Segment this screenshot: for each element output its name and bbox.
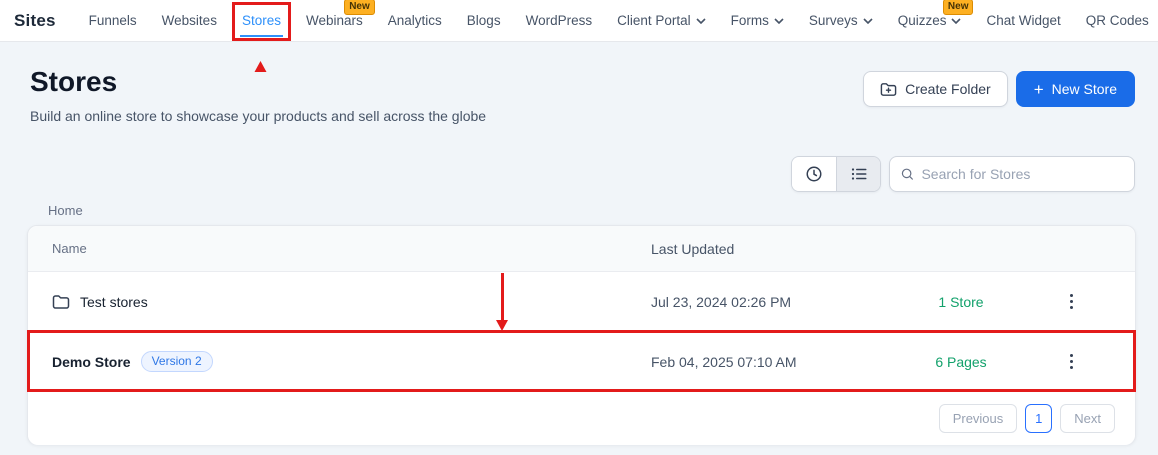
- view-toggle: [791, 156, 881, 192]
- new-store-button[interactable]: + New Store: [1015, 71, 1135, 107]
- chevron-down-icon: [951, 18, 962, 24]
- annotation-arrow-up: [254, 46, 268, 93]
- active-tab-underline: [239, 35, 283, 37]
- chevron-down-icon: [696, 18, 706, 24]
- page-title: Stores: [30, 66, 118, 97]
- table-row-test-stores[interactable]: Test stores Jul 23, 2024 02:26 PM 1 Stor…: [28, 272, 1135, 332]
- next-page-button[interactable]: Next: [1060, 404, 1115, 433]
- breadcrumb[interactable]: Home: [48, 203, 83, 218]
- page-subtitle: Build an online store to showcase your p…: [30, 108, 487, 124]
- nav-item-forms[interactable]: Forms: [731, 13, 784, 28]
- nav-item-websites[interactable]: Websites: [162, 13, 217, 28]
- version-badge: Version 2: [140, 351, 213, 372]
- kebab-menu-icon[interactable]: [1066, 350, 1077, 373]
- nav-item-webinars[interactable]: Webinars New: [306, 0, 375, 28]
- search-input[interactable]: [921, 166, 1124, 182]
- nav-item-funnels[interactable]: Funnels: [89, 13, 137, 28]
- nav-item-wordpress[interactable]: WordPress: [526, 13, 593, 28]
- column-header-last-updated: Last Updated: [651, 240, 735, 257]
- column-header-name: Name: [52, 241, 87, 256]
- nav-item-quizzes[interactable]: Quizzes New: [898, 0, 974, 28]
- table-row-demo-store[interactable]: Demo Store Version 2 Feb 04, 2025 07:10 …: [27, 330, 1136, 392]
- chevron-down-icon: [774, 18, 784, 24]
- search-box: [889, 156, 1135, 192]
- row-last-updated: Feb 04, 2025 07:10 AM: [651, 353, 797, 370]
- search-icon: [901, 168, 913, 180]
- list-view-button[interactable]: [836, 157, 880, 191]
- nav-item-surveys[interactable]: Surveys: [809, 13, 873, 28]
- chevron-down-icon: [863, 18, 873, 24]
- brand-title: Sites: [14, 10, 56, 30]
- nav-item-blogs[interactable]: Blogs: [467, 13, 501, 28]
- nav-item-qr-codes[interactable]: QR Codes: [1086, 13, 1149, 28]
- recent-view-button[interactable]: [792, 157, 836, 191]
- nav-item-client-portal[interactable]: Client Portal: [617, 13, 706, 28]
- row-last-updated: Jul 23, 2024 02:26 PM: [651, 293, 792, 310]
- nav-item-stores[interactable]: Stores: [231, 2, 291, 72]
- nav-item-chat-widget[interactable]: Chat Widget: [986, 13, 1060, 28]
- nav-item-analytics[interactable]: Analytics: [388, 13, 442, 28]
- row-name[interactable]: Test stores: [80, 294, 148, 310]
- table-header-row: Name Last Updated: [28, 226, 1135, 272]
- plus-icon: +: [1033, 79, 1044, 99]
- top-navigation: Sites Funnels Websites Stores Webinars N…: [0, 0, 1158, 72]
- folder-icon: [52, 294, 70, 309]
- row-count[interactable]: 6 Pages: [891, 354, 1031, 370]
- row-count[interactable]: 1 Store: [891, 294, 1031, 310]
- clock-icon: [806, 166, 822, 182]
- header-actions: Create Folder + New Store: [863, 71, 1135, 107]
- folder-plus-icon: [880, 82, 897, 96]
- new-badge: New: [344, 0, 375, 15]
- create-folder-button[interactable]: Create Folder: [863, 71, 1008, 107]
- previous-page-button[interactable]: Previous: [938, 404, 1018, 433]
- row-name[interactable]: Demo Store: [52, 354, 131, 370]
- list-toolbar: [791, 156, 1135, 192]
- page-number-button[interactable]: 1: [1025, 404, 1053, 433]
- stores-table: Name Last Updated Test stores Jul 23, 20…: [27, 225, 1136, 445]
- new-badge: New: [942, 0, 974, 15]
- pagination: Previous 1 Next: [28, 392, 1135, 445]
- list-icon: [851, 168, 866, 180]
- kebab-menu-icon[interactable]: [1066, 290, 1077, 313]
